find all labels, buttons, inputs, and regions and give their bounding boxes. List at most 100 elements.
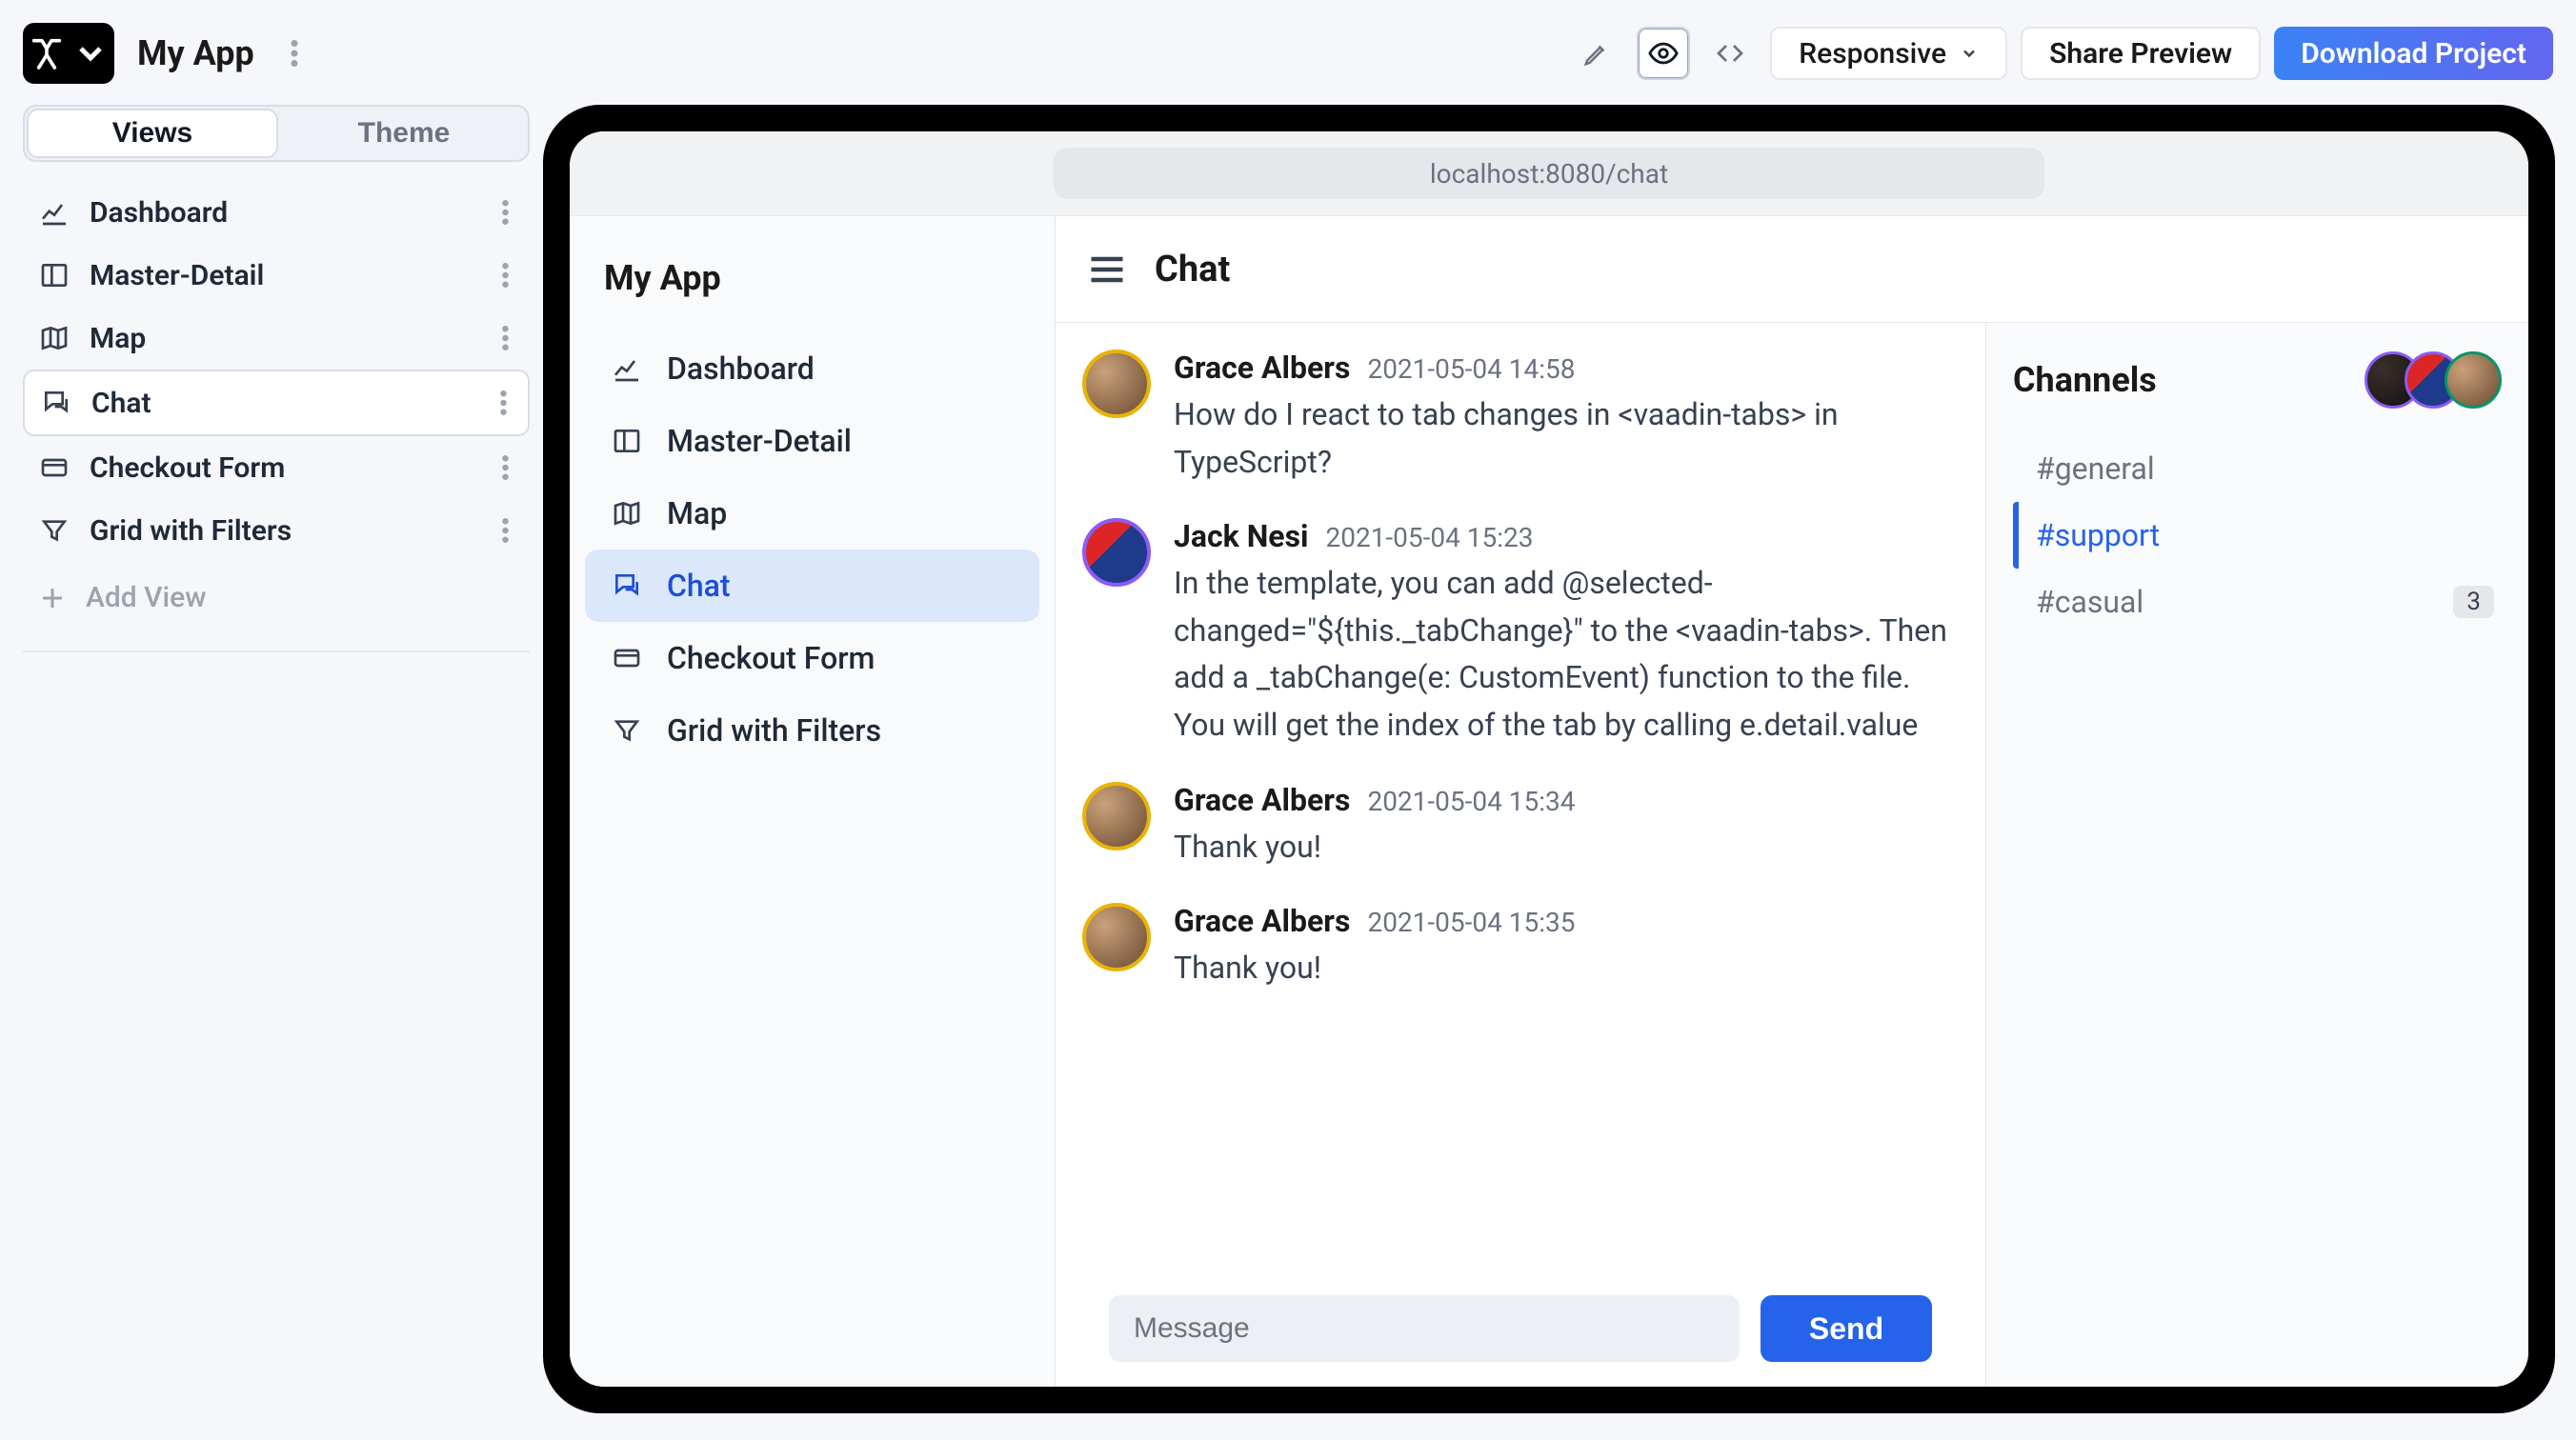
responsive-label: Responsive xyxy=(1799,37,1946,70)
map-icon xyxy=(608,494,646,532)
url-bar[interactable]: localhost:8080/chat xyxy=(1054,148,2044,199)
editor-view-more-button[interactable] xyxy=(494,385,513,421)
editor-view-more-button[interactable] xyxy=(496,512,514,549)
columns-icon xyxy=(38,259,70,291)
nav-item[interactable]: Master-Detail xyxy=(585,405,1039,477)
nav-label: Master-Detail xyxy=(667,423,852,459)
editor-view-more-button[interactable] xyxy=(496,257,514,293)
editor-view-label: Dashboard xyxy=(90,196,477,230)
chat-icon xyxy=(40,387,72,419)
editor-view-label: Chat xyxy=(91,387,475,420)
message-time: 2021-05-04 15:35 xyxy=(1367,907,1575,938)
editor-view-item[interactable]: Dashboard xyxy=(23,181,530,244)
editor-view-label: Grid with Filters xyxy=(90,514,477,548)
vaadin-icon xyxy=(28,34,66,72)
editor-view-item[interactable]: Map xyxy=(23,307,530,370)
message-time: 2021-05-04 14:58 xyxy=(1367,353,1575,385)
chart-icon xyxy=(38,196,70,229)
code-mode-button[interactable] xyxy=(1703,27,1757,80)
responsive-select[interactable]: Responsive xyxy=(1770,27,2007,80)
message-author: Jack Nesi xyxy=(1174,518,1308,554)
message-text: Thank you! xyxy=(1174,824,1955,871)
nav-item[interactable]: Map xyxy=(585,477,1039,550)
card-icon xyxy=(38,451,70,484)
preview-mode-button[interactable] xyxy=(1637,27,1690,80)
message-text: How do I react to tab changes in <vaadin… xyxy=(1174,391,1955,486)
message-author: Grace Albers xyxy=(1174,350,1350,386)
avatar xyxy=(1082,903,1151,971)
channel-members-avatars[interactable] xyxy=(2382,351,2502,409)
map-icon xyxy=(38,322,70,354)
message-text: In the template, you can add @selected-c… xyxy=(1174,560,1955,749)
editor-view-item[interactable]: Checkout Form xyxy=(23,436,530,499)
avatar xyxy=(1082,350,1151,418)
message-author: Grace Albers xyxy=(1174,903,1350,939)
channel-item[interactable]: #casual 3 xyxy=(2013,569,2502,635)
channel-name: #casual xyxy=(2036,584,2143,620)
message-time: 2021-05-04 15:34 xyxy=(1367,786,1575,817)
nav-label: Map xyxy=(667,495,727,531)
editor-view-label: Map xyxy=(90,322,477,355)
avatar xyxy=(1082,782,1151,850)
nav-item[interactable]: Grid with Filters xyxy=(585,694,1039,767)
chat-message: Jack Nesi 2021-05-04 15:23 In the templa… xyxy=(1082,518,1959,749)
chevron-down-icon xyxy=(1960,44,1979,63)
editor-view-more-button[interactable] xyxy=(496,194,514,230)
nav-label: Grid with Filters xyxy=(667,712,881,749)
brand-logo-dropdown[interactable] xyxy=(23,23,114,84)
pencil-icon xyxy=(1582,39,1611,68)
editor-tabs: Views Theme xyxy=(23,105,530,162)
channel-item[interactable]: #general xyxy=(2013,435,2502,502)
menu-icon xyxy=(1086,249,1128,290)
send-button[interactable]: Send xyxy=(1761,1295,1932,1362)
app-sidebar-title: My App xyxy=(585,247,1039,332)
app-name: My App xyxy=(137,33,254,73)
edit-mode-button[interactable] xyxy=(1570,27,1623,80)
chat-message: Grace Albers 2021-05-04 15:35 Thank you! xyxy=(1082,903,1959,992)
channel-badge: 3 xyxy=(2453,586,2494,618)
channels-title: Channels xyxy=(2013,360,2157,400)
editor-view-label: Master-Detail xyxy=(90,259,477,292)
channel-name: #general xyxy=(2036,450,2155,487)
add-view-button[interactable]: Add View xyxy=(23,562,530,633)
chat-icon xyxy=(608,567,646,605)
device-frame: localhost:8080/chat My App Dashboard Mas… xyxy=(543,105,2555,1413)
filter-icon xyxy=(38,514,70,547)
more-vertical-icon xyxy=(291,40,298,67)
message-time: 2021-05-04 15:23 xyxy=(1325,522,1533,553)
editor-view-more-button[interactable] xyxy=(496,320,514,356)
editor-view-item[interactable]: Chat xyxy=(23,370,530,436)
nav-item[interactable]: Chat xyxy=(585,550,1039,622)
editor-view-item[interactable]: Master-Detail xyxy=(23,244,530,307)
menu-toggle-button[interactable] xyxy=(1086,249,1128,290)
channel-name: #support xyxy=(2036,517,2160,553)
message-author: Grace Albers xyxy=(1174,782,1350,818)
chart-icon xyxy=(608,350,646,388)
add-view-label: Add View xyxy=(86,581,207,614)
nav-item[interactable]: Checkout Form xyxy=(585,622,1039,694)
share-preview-button[interactable]: Share Preview xyxy=(2021,27,2261,80)
editor-view-more-button[interactable] xyxy=(496,450,514,486)
app-name-more-button[interactable] xyxy=(283,34,306,72)
channel-item[interactable]: #support xyxy=(2013,502,2502,569)
chat-message: Grace Albers 2021-05-04 14:58 How do I r… xyxy=(1082,350,1959,486)
page-title: Chat xyxy=(1155,249,1230,290)
chevron-down-icon xyxy=(71,34,110,72)
nav-item[interactable]: Dashboard xyxy=(585,332,1039,405)
plus-icon xyxy=(38,584,67,612)
card-icon xyxy=(608,639,646,677)
editor-view-item[interactable]: Grid with Filters xyxy=(23,499,530,562)
columns-icon xyxy=(608,422,646,460)
tab-views[interactable]: Views xyxy=(27,109,278,158)
nav-label: Checkout Form xyxy=(667,640,875,676)
avatar xyxy=(1082,518,1151,587)
download-project-button[interactable]: Download Project xyxy=(2274,27,2553,80)
message-text: Thank you! xyxy=(1174,945,1955,992)
filter-icon xyxy=(608,711,646,750)
editor-view-label: Checkout Form xyxy=(90,451,477,485)
tab-theme[interactable]: Theme xyxy=(280,107,528,160)
nav-label: Chat xyxy=(667,568,731,604)
eye-icon xyxy=(1647,37,1680,70)
code-icon xyxy=(1715,38,1745,69)
message-input[interactable] xyxy=(1109,1295,1740,1362)
